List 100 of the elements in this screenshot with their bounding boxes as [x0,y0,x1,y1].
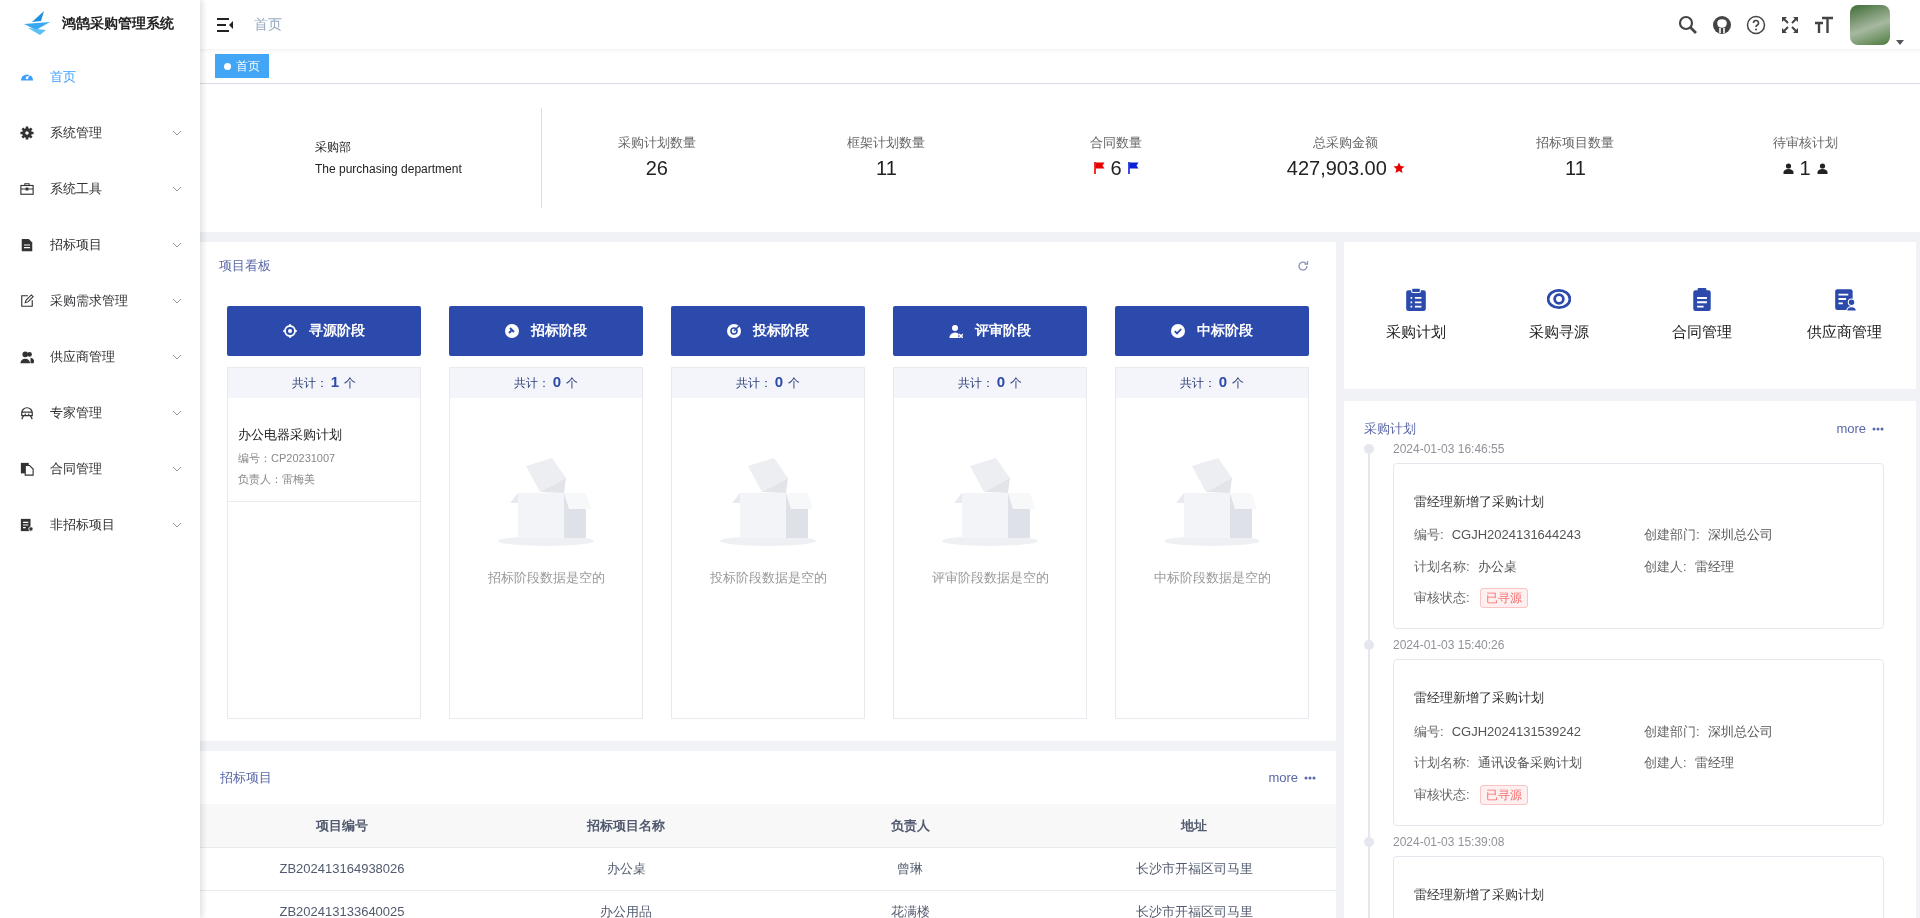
count-unit: 个 [344,374,357,392]
more-link[interactable]: more [1268,767,1316,788]
field-label: 编号: [1414,526,1444,544]
field-label: 创建部门: [1644,722,1700,741]
count-unit: 个 [788,374,801,392]
user-icon [1782,162,1794,174]
stat-label: 招标项目数量 [1536,133,1615,152]
plan-title: 雷经理新增了采购计划 [1414,492,1545,511]
chevron-down-icon[interactable] [172,130,182,136]
timeline-time: 2024-01-03 16:46:55 [1393,440,1506,457]
user-review-icon [949,323,963,338]
stage-button[interactable]: 投标阶段 [671,305,865,356]
count-value: 1 [330,372,340,393]
panel-title: 采购计划 [1364,420,1416,438]
stat-label: 总采购金额 [1313,133,1379,152]
empty-message: 中标阶段数据是空的 [1153,568,1271,587]
menu-icon[interactable] [216,16,234,33]
stage-button[interactable]: 评审阶段 [893,305,1087,356]
count-label: 共计： [1179,374,1216,392]
star-icon [1392,162,1405,175]
user-icon [1816,162,1828,174]
field-value: CGJH2024131539242 [1451,722,1581,741]
department-title: 采购部 [315,139,352,156]
count-label: 共计： [957,374,994,392]
menu-item[interactable]: 招标项目 [0,217,200,273]
chevron-down-icon[interactable] [172,354,182,360]
chevron-down-icon[interactable] [172,410,182,416]
stage-button[interactable]: 招标阶段 [449,305,643,356]
plan-card[interactable]: 雷经理新增了采购计划 [1393,855,1884,918]
column-header: 地址 [1052,804,1336,847]
stat-value: 11 [1565,156,1586,182]
department-subtitle: The purchasing department [315,161,463,178]
table-cell: 长沙市开福区司马里 [1052,890,1336,918]
shortcut-button[interactable]: 采购计划 [1344,287,1487,344]
edit-icon [20,294,34,308]
field-value: 深圳总公司 [1707,526,1773,544]
timeline-time: 2024-01-03 15:39:08 [1393,833,1506,850]
flag-icon [1127,162,1139,175]
table-cell: 长沙市开福区司马里 [1052,847,1336,890]
chevron-down-icon[interactable] [172,298,182,304]
panel-title: 招标项目 [220,768,272,787]
field-label: 审核状态: [1414,589,1470,608]
stat-value: 1 [1799,156,1811,182]
stage-button[interactable]: 中标阶段 [1115,305,1309,356]
count-value: 0 [1218,372,1228,393]
field-label: 计划名称: [1414,557,1470,576]
count-unit: 个 [566,374,579,392]
menu-item[interactable]: 采购需求管理 [0,273,200,329]
project-card[interactable]: 办公电器采购计划 编号：CP20231007 负责人：雷梅美 [228,397,420,502]
menu-item[interactable]: 系统管理 [0,105,200,161]
empty-message: 投标阶段数据是空的 [709,568,827,587]
count-value: 0 [552,372,562,393]
field-value: 雷经理 [1694,754,1734,772]
app-title: 鸿鹄采购管理系统 [62,13,174,33]
stage-button[interactable]: 寻源阶段 [227,305,421,356]
field-label: 创建部门: [1644,526,1700,544]
shortcut-button[interactable]: 采购寻源 [1487,287,1630,344]
menu-item[interactable]: 合同管理 [0,441,200,497]
plan-card[interactable]: 雷经理新增了采购计划 编号: CGJH2024131539242 创建部门: 深圳总公司 计划名称: 通讯设备采购计划 创建人: 雷经理 审核状态: 已寻源 [1393,659,1884,826]
shortcut-button[interactable]: 供应商管理 [1773,287,1916,344]
refresh-icon[interactable] [1297,259,1309,272]
text-size-icon[interactable] [1814,14,1834,35]
column-header: 招标项目名称 [484,804,768,847]
shortcut-button[interactable]: 合同管理 [1630,287,1773,344]
caret-icon[interactable] [1896,39,1904,45]
chevron-down-icon[interactable] [172,186,182,192]
chevron-down-icon[interactable] [172,242,182,248]
table-cell: 办公桌 [484,847,768,890]
field-label: 创建人: [1644,557,1687,576]
menu-item[interactable]: 供应商管理 [0,329,200,385]
toolbox-icon [20,182,34,196]
table-cell: ZB202413164938026 [200,847,484,890]
menu-item[interactable]: 非招标项目 [0,497,200,553]
column-header: 项目编号 [200,804,484,847]
menu-item[interactable]: 专家管理 [0,385,200,441]
settings-icon [20,126,34,140]
more-link[interactable]: more [1836,419,1884,439]
stat-value: 6 [1110,156,1122,182]
ledger-icon [20,518,34,532]
chevron-down-icon[interactable] [172,522,182,528]
search-icon[interactable] [1678,14,1698,35]
plan-card[interactable]: 雷经理新增了采购计划 编号: CGJH2024131644243 创建部门: 深圳总公司 计划名称: 办公桌 创建人: 雷经理 审核状态: 已寻源 [1393,462,1884,629]
logo-icon [22,10,52,36]
help-icon[interactable] [1746,14,1766,35]
stat-label: 采购计划数量 [617,133,696,152]
plan-title: 雷经理新增了采购计划 [1414,689,1545,707]
menu-item[interactable]: 系统工具 [0,161,200,217]
chevron-down-icon[interactable] [172,466,182,472]
count-label: 共计： [513,374,550,392]
table-cell: 办公用品 [484,890,768,918]
field-label: 创建人: [1644,754,1687,772]
avatar-photo-placeholder[interactable] [1850,4,1890,45]
fullscreen-icon[interactable] [1780,14,1800,35]
project-name: 办公电器采购计划 [238,425,343,444]
column-header: 负责人 [768,804,1052,847]
count-value: 0 [996,372,1006,393]
count-unit: 个 [1010,374,1023,392]
target-icon [283,323,297,338]
count-label: 共计： [291,374,328,392]
count-label: 共计： [735,374,772,392]
